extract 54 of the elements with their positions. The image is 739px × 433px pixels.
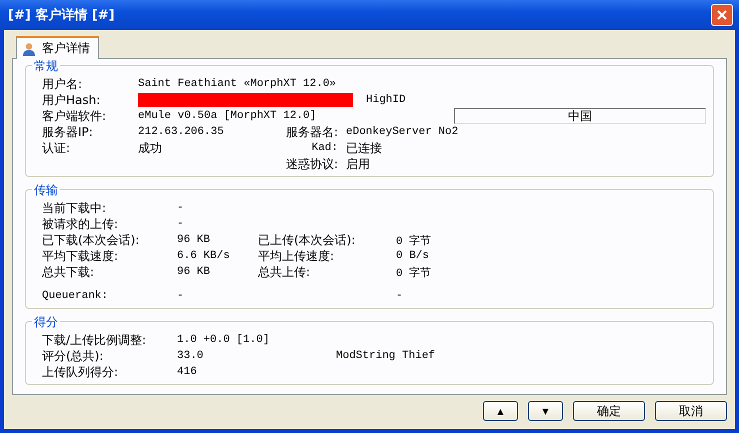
field-value: 启用 [346, 156, 370, 172]
field-value: HighID [366, 94, 406, 106]
country-field: 中国 [454, 108, 706, 124]
field-label: 当前下载中: [42, 200, 108, 216]
field-label: 下载/上传比例调整: [42, 332, 148, 348]
field-label: 用户名: [42, 76, 84, 92]
field-label: 上传队列得分: [42, 364, 120, 380]
field-label: 服务器名: [284, 124, 338, 140]
field-value: 1.0 +0.0 [1.0] [177, 334, 270, 346]
field-value: - [177, 218, 185, 230]
field-value: eMule v0.50a [MorphXT 12.0] [138, 110, 318, 122]
field-value: - [177, 202, 185, 214]
field-label: Queuerank: [42, 290, 110, 302]
field-label: 迷惑协议: [284, 156, 338, 172]
field-value: 成功 [138, 140, 163, 156]
field-value: ModString Thief [336, 350, 436, 362]
group-title: 传输 [32, 182, 60, 199]
field-label: 已上传(本次会话): [258, 232, 356, 246]
field-label: 服务器IP: [42, 124, 94, 140]
close-icon [716, 9, 728, 21]
field-value: 33.0 [177, 350, 204, 362]
user-icon [22, 42, 36, 56]
field-label: 被请求的上传: [42, 216, 120, 232]
close-button[interactable] [711, 4, 733, 26]
window-title: [#] 客户详情 [#] [8, 6, 115, 24]
tab[interactable]: 客户详情 [16, 36, 99, 59]
dialog-button[interactable]: 确定 [573, 401, 645, 421]
field-value: - [396, 290, 403, 302]
dialog-button[interactable]: 取消 [655, 401, 727, 421]
field-label: 平均下载速度: [42, 248, 120, 264]
field-label: 认证: [42, 140, 72, 156]
field-value: 96 KB [177, 234, 212, 246]
field-value: 416 [177, 366, 198, 378]
field-value: 已连接 [346, 140, 382, 156]
move-down-button[interactable]: ▼ [528, 401, 563, 421]
field-label: 已下载(本次会话): [42, 232, 140, 248]
field-value: eDonkeyServer No2 [346, 126, 458, 138]
field-value: 0 字节 [396, 266, 432, 280]
field-value: Saint Feathiant «MorphXT 12.0» [138, 78, 336, 90]
move-up-button[interactable]: ▲ [483, 401, 518, 421]
field-value: - [177, 290, 185, 302]
field-label: 总共上传: [258, 264, 310, 278]
field-value: 0 B/s [396, 250, 430, 262]
field-label: 平均上传速度: [258, 248, 334, 262]
field-label: 用户Hash: [42, 92, 102, 108]
field-label: 评分(总共): [42, 348, 104, 364]
field-value: 6.6 KB/s [177, 250, 231, 262]
field-value: 96 KB [177, 266, 212, 278]
field-value: 0 字节 [396, 234, 432, 248]
field-label: 总共下载: [42, 264, 96, 280]
field-label: 客户端软件: [42, 108, 108, 124]
group-title: 得分 [32, 314, 60, 331]
field-value: 212.63.206.35 [138, 126, 225, 138]
field-label: Kad: [310, 142, 338, 154]
